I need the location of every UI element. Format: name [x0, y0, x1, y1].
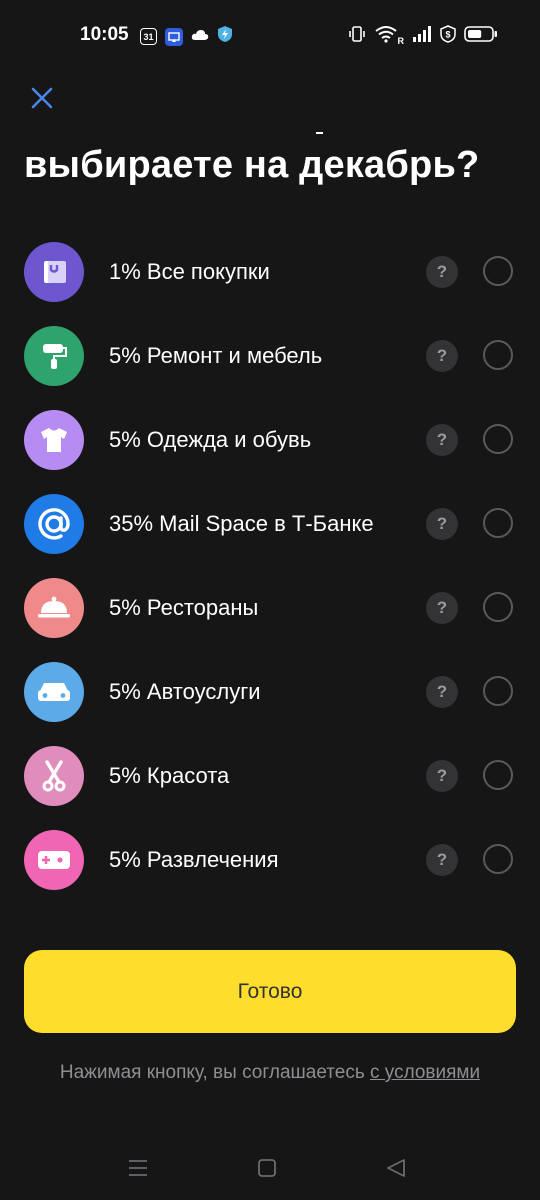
signal-icon [412, 26, 432, 47]
help-icon: ? [436, 850, 448, 869]
option-label: 5% Рестораны [109, 595, 259, 620]
battery-icon [464, 26, 498, 47]
help-button[interactable]: ? [426, 760, 458, 792]
help-icon: ? [436, 514, 448, 533]
status-bar: 10:05 31 R $ [0, 0, 540, 72]
help-button[interactable]: ? [426, 256, 458, 288]
home-icon[interactable] [251, 1154, 283, 1182]
paint-roller-icon [24, 326, 84, 386]
shopping-bag-icon [24, 242, 84, 302]
radio-button[interactable] [483, 340, 513, 370]
option-row[interactable]: 1% Все покупки ? [0, 230, 540, 314]
terms-notice: Нажимая кнопку, вы соглашаетесь с услови… [0, 1062, 540, 1084]
help-button[interactable]: ? [426, 676, 458, 708]
help-button[interactable]: ? [426, 340, 458, 372]
help-icon: ? [436, 346, 448, 365]
help-icon: ? [436, 682, 448, 701]
option-label: 1% Все покупки [109, 259, 270, 284]
help-button[interactable]: ? [426, 424, 458, 456]
gamepad-icon [24, 830, 84, 890]
calendar-icon: 31 [140, 28, 157, 45]
radio-button[interactable] [483, 844, 513, 874]
cloud-icon [191, 28, 209, 46]
scissors-icon [24, 746, 84, 806]
option-label: 5% Одежда и обувь [109, 427, 312, 452]
tshirt-icon [24, 410, 84, 470]
radio-button[interactable] [483, 424, 513, 454]
terms-text: Нажимая кнопку, вы соглашаетесь [59, 1062, 370, 1083]
option-row[interactable]: 5% Рестораны ? [0, 566, 540, 650]
at-sign-icon [24, 494, 84, 554]
radio-button[interactable] [483, 256, 513, 286]
radio-button[interactable] [483, 760, 513, 790]
vibrate-icon [348, 25, 366, 48]
wifi-icon [374, 25, 398, 48]
cast-icon [165, 27, 183, 46]
page-title: выбираете на декабрь? [24, 144, 480, 186]
close-icon [31, 87, 53, 109]
option-row[interactable]: 35% Mail Space в Т-Банке ? [0, 482, 540, 566]
option-row[interactable]: 5% Автоуслуги ? [0, 650, 540, 734]
option-row[interactable]: 5% Развлечения ? [0, 818, 540, 902]
back-icon[interactable] [380, 1154, 412, 1182]
network-type-label: R [397, 35, 405, 46]
help-icon: ? [436, 430, 448, 449]
shield-bolt-icon [217, 25, 233, 48]
help-button[interactable]: ? [426, 844, 458, 876]
option-label: 35% Mail Space в Т-Банке [109, 511, 374, 536]
radio-button[interactable] [483, 508, 513, 538]
help-icon: ? [436, 262, 448, 281]
radio-button[interactable] [483, 592, 513, 622]
close-button[interactable] [26, 82, 58, 114]
status-right-icons: R $ [348, 25, 499, 48]
option-label: 5% Развлечения [109, 847, 279, 872]
help-button[interactable]: ? [426, 592, 458, 624]
option-label: 5% Ремонт и мебель [109, 343, 323, 368]
option-row[interactable]: 5% Ремонт и мебель ? [0, 314, 540, 398]
cloche-icon [24, 578, 84, 638]
svg-text:$: $ [445, 30, 450, 40]
title-overflow-mark [316, 132, 323, 134]
option-label: 5% Красота [109, 763, 230, 788]
dollar-shield-icon: $ [440, 25, 456, 48]
option-label: 5% Автоуслуги [109, 679, 261, 704]
menu-icon[interactable] [122, 1154, 154, 1182]
help-icon: ? [436, 766, 448, 785]
help-icon: ? [436, 598, 448, 617]
status-time: 10:05 [80, 24, 129, 45]
car-icon [24, 662, 84, 722]
terms-link[interactable]: с условиями [370, 1062, 480, 1083]
help-button[interactable]: ? [426, 508, 458, 540]
option-row[interactable]: 5% Красота ? [0, 734, 540, 818]
calendar-icon-label: 31 [143, 31, 154, 42]
option-row[interactable]: 5% Одежда и обувь ? [0, 398, 540, 482]
done-button[interactable]: Готово [24, 950, 516, 1033]
system-nav-bar [0, 1140, 540, 1200]
radio-button[interactable] [483, 676, 513, 706]
status-left-icons: 31 [140, 25, 233, 48]
